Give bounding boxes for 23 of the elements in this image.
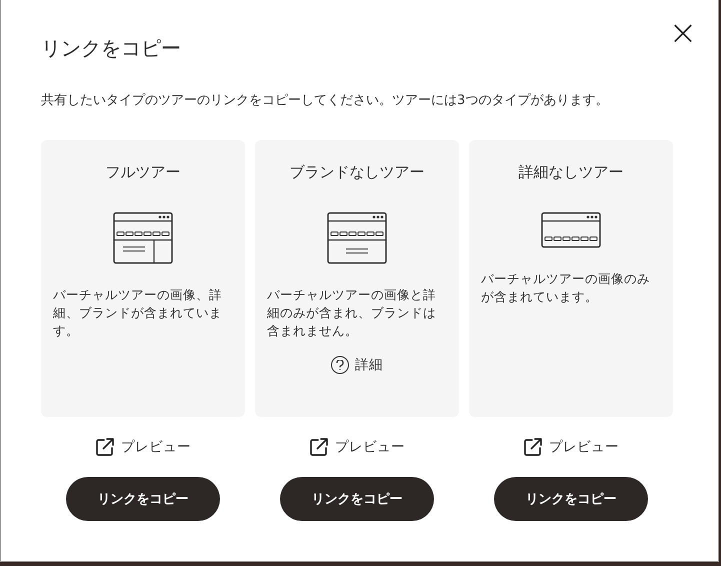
card-description: バーチャルツアーの画像と詳細のみが含まれ、ブランドは含まれません。 [267, 286, 437, 340]
card-description: バーチャルツアーの画像、詳細、ブランドが含まれています。 [53, 286, 223, 340]
card-title: フルツアー [106, 162, 180, 182]
card-description: バーチャルツアーの画像のみが含まれています。 [481, 270, 651, 306]
copy-link-button[interactable]: リンクをコピー [66, 477, 220, 521]
external-link-icon [309, 437, 329, 457]
preview-link[interactable]: プレビュー [309, 437, 405, 457]
preview-link[interactable]: プレビュー [95, 437, 191, 457]
browser-window-icon [541, 212, 601, 248]
dialog-description: 共有したいタイプのツアーのリンクをコピーしてください。ツアーには3つのタイプがあります。 [41, 92, 610, 110]
dialog-title: リンクをコピー [41, 35, 182, 62]
card-title: ブランドなしツアー [290, 162, 424, 182]
card-title: 詳細なしツアー [518, 162, 624, 182]
browser-window-icon [113, 212, 173, 264]
external-link-icon [523, 437, 543, 457]
external-link-icon [95, 437, 115, 457]
copy-link-button[interactable]: リンクをコピー [494, 477, 648, 521]
help-link[interactable]: 詳細 [331, 356, 383, 374]
preview-link[interactable]: プレビュー [523, 437, 619, 457]
help-icon [331, 356, 349, 374]
copy-link-button[interactable]: リンクをコピー [280, 477, 434, 521]
browser-window-icon [327, 212, 387, 264]
close-button[interactable]: × [668, 18, 698, 48]
